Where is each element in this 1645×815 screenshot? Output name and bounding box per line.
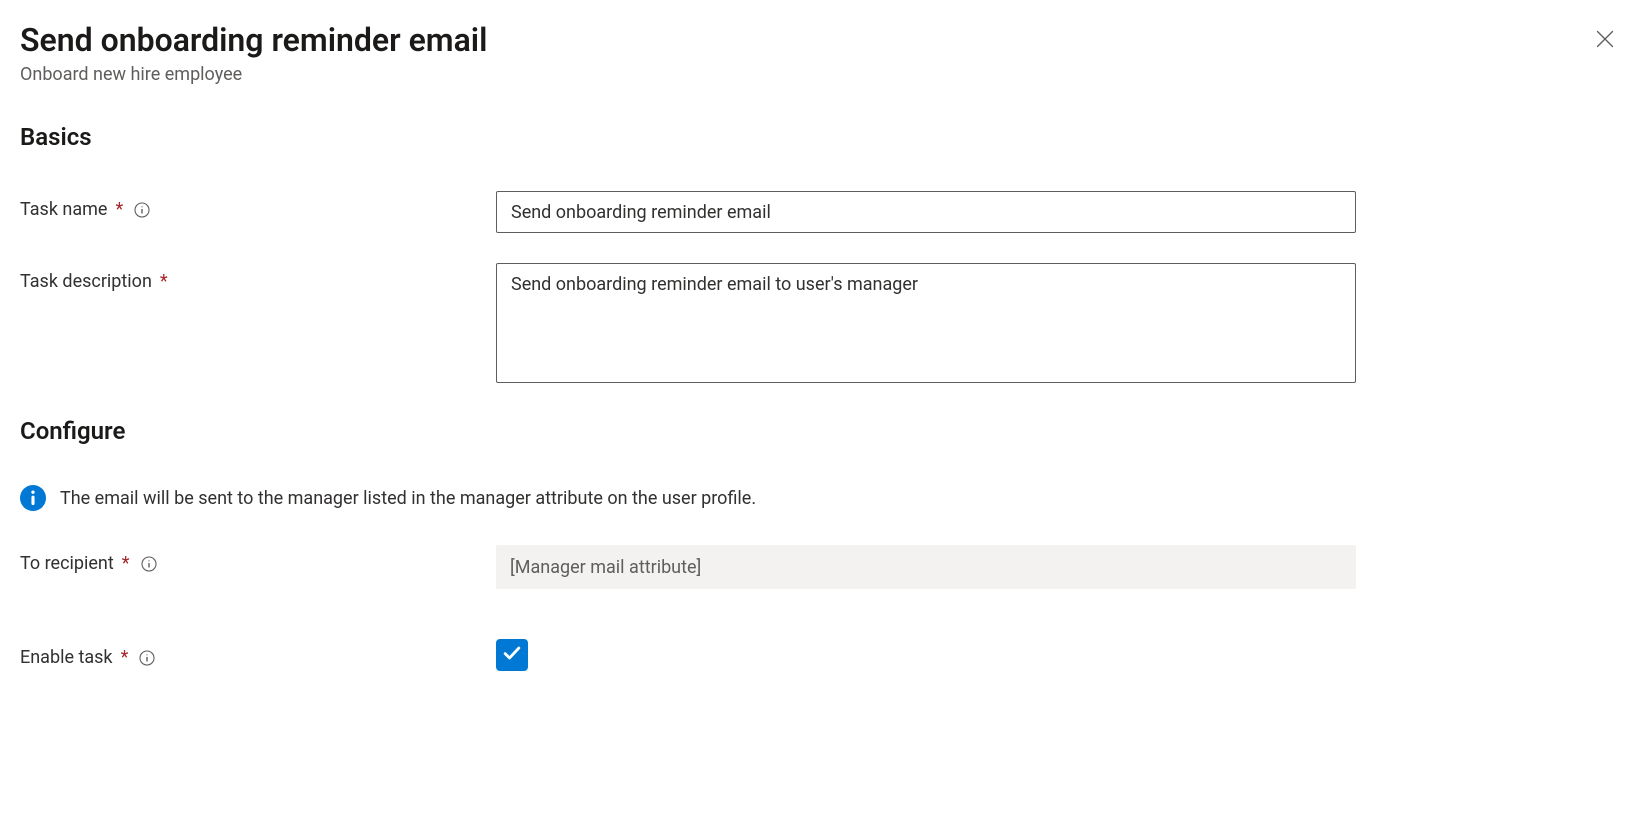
page-subtitle: Onboard new hire employee — [20, 64, 1625, 85]
enable-task-checkbox[interactable] — [496, 639, 528, 671]
basics-heading: Basics — [20, 123, 1625, 151]
to-recipient-row: To recipient * [Manager mail attribute] — [20, 545, 1625, 589]
task-description-row: Task description * — [20, 263, 1625, 387]
task-name-label: Task name — [20, 199, 107, 220]
to-recipient-label: To recipient — [20, 553, 114, 574]
task-description-input[interactable] — [496, 263, 1356, 383]
required-asterisk: * — [122, 553, 130, 574]
page-title: Send onboarding reminder email — [20, 20, 1625, 60]
to-recipient-label-cell: To recipient * — [20, 545, 496, 574]
required-asterisk: * — [121, 647, 129, 668]
task-name-input-cell — [496, 191, 1356, 233]
task-name-row: Task name * — [20, 191, 1625, 233]
info-icon[interactable] — [133, 201, 151, 219]
required-asterisk: * — [115, 199, 123, 220]
enable-task-label-cell: Enable task * — [20, 639, 496, 668]
to-recipient-readonly: [Manager mail attribute] — [496, 545, 1356, 589]
configure-heading: Configure — [20, 417, 1625, 445]
task-description-label: Task description — [20, 271, 152, 292]
close-button[interactable] — [1589, 24, 1621, 56]
enable-task-label: Enable task — [20, 647, 113, 668]
close-icon — [1596, 30, 1614, 51]
to-recipient-input-cell: [Manager mail attribute] — [496, 545, 1356, 589]
task-description-label-cell: Task description * — [20, 263, 496, 292]
info-filled-icon — [20, 485, 46, 511]
panel-header: Send onboarding reminder email Onboard n… — [20, 20, 1625, 85]
enable-task-input-cell — [496, 639, 1356, 671]
info-icon[interactable] — [140, 555, 158, 573]
info-message: The email will be sent to the manager li… — [20, 485, 1625, 511]
info-message-text: The email will be sent to the manager li… — [60, 488, 756, 509]
enable-task-row: Enable task * — [20, 639, 1625, 671]
info-icon[interactable] — [138, 649, 156, 667]
checkmark-icon — [502, 643, 522, 667]
task-description-input-cell — [496, 263, 1356, 387]
task-name-input[interactable] — [496, 191, 1356, 233]
required-asterisk: * — [160, 271, 168, 292]
task-name-label-cell: Task name * — [20, 191, 496, 220]
